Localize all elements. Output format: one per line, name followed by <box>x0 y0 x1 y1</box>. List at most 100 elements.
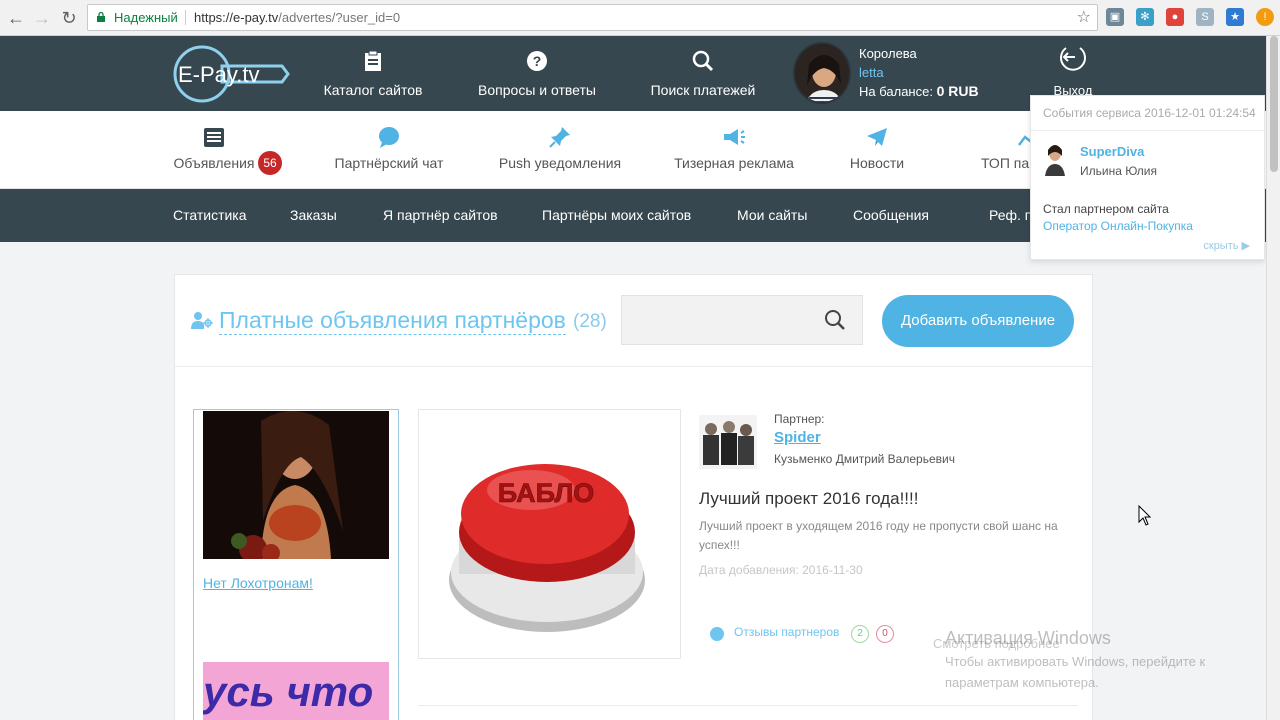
sidebar-ad-link[interactable]: Нет Лохотронам! <box>203 575 313 591</box>
menu-orders[interactable]: Заказы <box>290 207 337 223</box>
paper-plane-icon <box>867 128 887 146</box>
notification-real-name: Ильина Юлия <box>1080 164 1158 178</box>
windows-activation-watermark: Активация Windows Чтобы активировать Win… <box>945 628 1205 693</box>
extension-globe-icon[interactable]: ✻ <box>1136 8 1154 26</box>
nav-faq[interactable]: ? Вопросы и ответы <box>473 36 601 111</box>
subnav-top-partners-label: ТОП пар <box>981 155 1034 171</box>
page-scrollbar[interactable] <box>1266 36 1280 720</box>
nav-payment-search[interactable]: Поиск платежей <box>647 36 759 111</box>
ads-icon <box>204 128 224 147</box>
extension-warning-icon[interactable]: ! <box>1256 8 1274 26</box>
watermark-line-1: Чтобы активировать Windows, перейдите к <box>945 654 1206 669</box>
subnav-push[interactable]: Push уведомления <box>496 111 624 189</box>
notification-header: События сервиса 2016-12-01 01:24:54 <box>1043 106 1256 120</box>
subnav-news[interactable]: Новости <box>845 111 909 189</box>
secure-label: Надежный <box>114 10 178 25</box>
logout-icon <box>1060 47 1086 71</box>
user-avatar[interactable] <box>793 42 851 104</box>
mouse-cursor-icon <box>1138 505 1152 526</box>
sidebar-ad-image[interactable] <box>203 411 389 559</box>
nav-catalog-label: Каталог сайтов <box>323 82 423 98</box>
subnav-teaser-label: Тизерная реклама <box>674 155 794 171</box>
address-bar[interactable]: Надежный https://e-pay.tv/advertes/?user… <box>87 4 1098 31</box>
user-name: Королева <box>859 46 917 61</box>
ad-image[interactable]: БАБЛО <box>418 409 681 659</box>
user-login-link[interactable]: letta <box>859 65 884 80</box>
notification-hide-button[interactable]: скрыть ▶ <box>1203 239 1250 252</box>
extension-skype-icon[interactable]: S <box>1196 8 1214 26</box>
subnav-teaser[interactable]: Тизерная реклама <box>671 111 797 189</box>
menu-partner-sites[interactable]: Я партнёр сайтов <box>383 207 498 223</box>
balance-label: На балансе: <box>859 84 933 99</box>
subnav-partner-chat-label: Партнёрский чат <box>334 155 444 171</box>
nav-payment-search-label: Поиск платежей <box>650 82 756 98</box>
extension-cart-icon[interactable]: ★ <box>1226 8 1244 26</box>
ads-count: (28) <box>573 311 607 332</box>
reviews-icon <box>710 627 724 641</box>
reviews-negative-count[interactable]: 0 <box>876 625 894 643</box>
menu-my-sites[interactable]: Мои сайты <box>737 207 807 223</box>
question-icon: ? <box>527 51 547 71</box>
notification-avatar <box>1043 142 1067 176</box>
subnav-top-partners[interactable]: ТОП пар <box>978 111 1034 189</box>
users-icon <box>191 312 213 329</box>
partner-avatar[interactable] <box>699 415 757 469</box>
divider <box>418 705 1078 706</box>
reload-icon[interactable]: ↻ <box>57 6 81 30</box>
svg-text:?: ? <box>533 53 542 69</box>
divider <box>1031 130 1264 131</box>
extension-monitor-icon[interactable]: ▣ <box>1106 8 1124 26</box>
search-icon[interactable] <box>824 309 846 331</box>
ads-panel-header: Платные объявления партнёров (28) Добави… <box>175 275 1092 367</box>
megaphone-icon <box>724 129 745 145</box>
balance-value: 0 RUB <box>936 83 979 99</box>
back-arrow-icon[interactable]: ← <box>4 6 28 30</box>
notification-site-link[interactable]: Оператор Онлайн-Покупка <box>1043 219 1193 233</box>
subnav-push-label: Push уведомления <box>498 155 622 171</box>
add-ad-button[interactable]: Добавить объявление <box>882 295 1074 347</box>
svg-text:E-Pay.tv: E-Pay.tv <box>178 62 260 87</box>
partner-name-link[interactable]: Spider <box>774 429 821 446</box>
ad-title[interactable]: Лучший проект 2016 года!!!! <box>699 489 918 509</box>
search-icon <box>692 50 714 72</box>
reviews-link[interactable]: Отзывы партнеров <box>734 625 839 639</box>
lock-icon <box>97 12 105 22</box>
ad-date: Дата добавления: 2016-11-30 <box>699 563 863 577</box>
search-field <box>621 295 863 345</box>
url-host: https://e-pay.tv <box>194 10 279 25</box>
pin-icon <box>549 127 570 148</box>
menu-my-site-partners[interactable]: Партнёры моих сайтов <box>542 207 691 223</box>
sidebar-banner[interactable]: усь что <box>203 662 389 720</box>
bookmark-star-icon[interactable]: ☆ <box>1077 5 1091 30</box>
sidebar-ad: Нет Лохотронам! усь что <box>193 409 399 720</box>
menu-referral[interactable]: Реф. п <box>989 207 1032 223</box>
partner-label: Партнер: <box>774 412 825 426</box>
search-input[interactable] <box>622 296 817 344</box>
menu-statistics[interactable]: Статистика <box>173 207 247 223</box>
event-notification: События сервиса 2016-12-01 01:24:54 Supe… <box>1030 95 1265 260</box>
ads-count-badge: 56 <box>258 151 282 175</box>
menu-messages[interactable]: Сообщения <box>853 207 929 223</box>
forward-arrow-icon[interactable]: → <box>30 6 54 30</box>
chat-icon <box>379 127 399 148</box>
scrollbar-thumb[interactable] <box>1270 36 1278 172</box>
nav-catalog[interactable]: Каталог сайтов <box>320 36 426 111</box>
browser-toolbar: ← → ↻ Надежный https://e-pay.tv/advertes… <box>0 0 1280 36</box>
page-title[interactable]: Платные объявления партнёров <box>219 306 566 335</box>
subnav-ads[interactable]: Объявления <box>168 111 260 189</box>
url-text: https://e-pay.tv/advertes/?user_id=0 <box>194 5 400 30</box>
reviews-positive-count[interactable]: 2 <box>851 625 869 643</box>
extension-red-icon[interactable]: ● <box>1166 8 1184 26</box>
svg-text:БАБЛО: БАБЛО <box>498 478 595 508</box>
subnav-news-label: Новости <box>849 155 905 171</box>
partner-full-name: Кузьменко Дмитрий Валерьевич <box>774 452 955 466</box>
divider <box>185 10 186 25</box>
ad-description: Лучший проект в уходящем 2016 году не пр… <box>699 519 1058 552</box>
user-balance: На балансе: 0 RUB <box>859 83 979 99</box>
notification-user-link[interactable]: SuperDiva <box>1080 144 1144 159</box>
url-path: /advertes/?user_id=0 <box>278 10 401 25</box>
epay-logo[interactable]: E-Pay.tv <box>172 44 290 104</box>
clipboard-icon <box>365 50 381 71</box>
nav-faq-label: Вопросы и ответы <box>478 82 596 98</box>
subnav-partner-chat[interactable]: Партнёрский чат <box>330 111 448 189</box>
